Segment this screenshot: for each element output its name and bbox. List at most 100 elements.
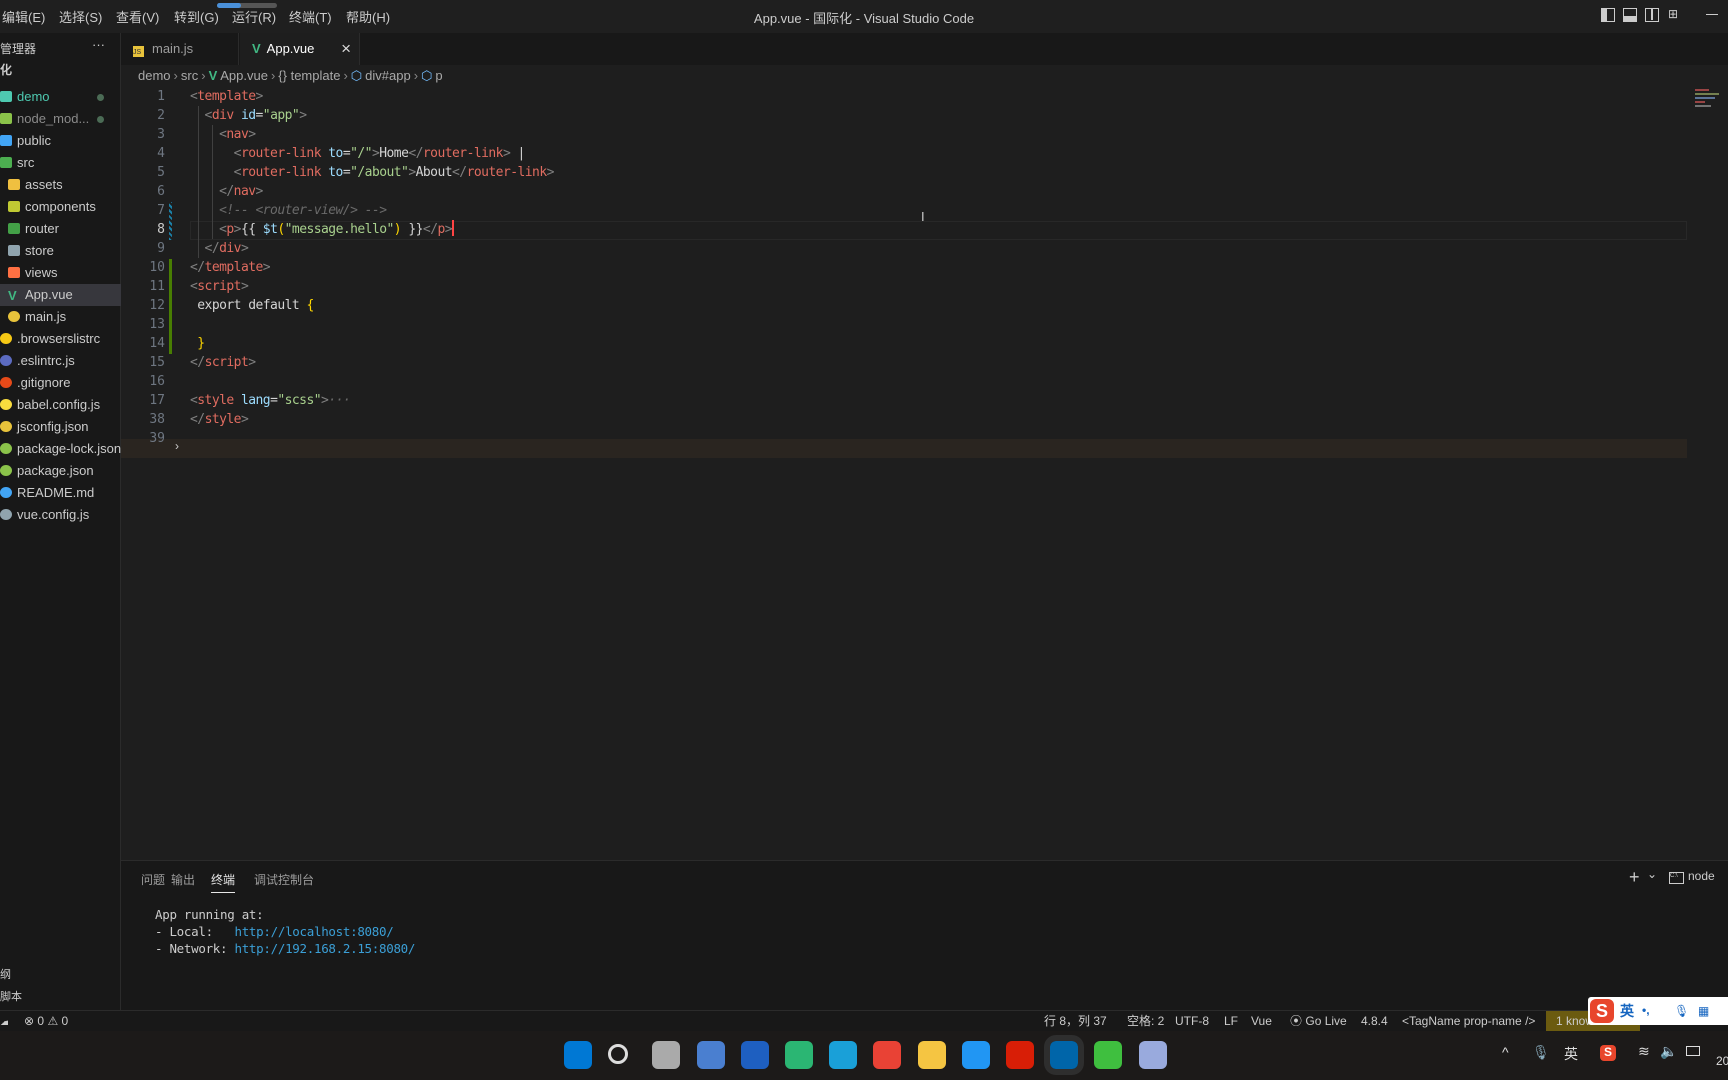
new-terminal-button[interactable]: + xyxy=(1629,867,1640,888)
file-tree-item[interactable]: node_mod... xyxy=(0,108,121,130)
code-line[interactable]: <style lang="scss">··· xyxy=(190,391,351,410)
breadcrumb-item[interactable]: App.vue xyxy=(220,68,268,83)
tray-chevron-icon[interactable]: ^ xyxy=(1502,1044,1509,1060)
code-line[interactable]: <template> xyxy=(190,87,263,106)
code-line[interactable]: </style> xyxy=(190,410,249,429)
ime-mic-icon[interactable]: 🎙 xyxy=(1674,997,1689,1025)
search-icon[interactable] xyxy=(608,1044,629,1064)
code-line[interactable]: <router-link to="/about">About</router-l… xyxy=(190,163,555,182)
more-actions-button[interactable]: ··· xyxy=(92,37,105,52)
terminal-link[interactable]: http://localhost:8080/ xyxy=(234,924,393,939)
terminal-shell-name[interactable]: node xyxy=(1688,869,1715,883)
file-tree-item[interactable]: vue.config.js xyxy=(0,504,121,526)
terminal-link[interactable]: http://192.168.2.15:8080/ xyxy=(234,941,415,956)
breadcrumb-item[interactable]: p xyxy=(435,68,442,83)
code-line[interactable]: } xyxy=(190,334,205,353)
menu-item[interactable]: 查看(V) xyxy=(116,7,159,26)
panel-tab[interactable]: 调试控制台 xyxy=(254,871,314,888)
file-tree-item[interactable]: package.json xyxy=(0,460,121,482)
file-tree-item[interactable]: V App.vue xyxy=(0,284,121,306)
toggle-panel-icon[interactable] xyxy=(1623,8,1637,22)
tray-input-language[interactable]: 英 xyxy=(1564,1044,1578,1064)
file-tree-item[interactable]: .gitignore xyxy=(0,372,121,394)
workspace-root[interactable]: 化 xyxy=(0,61,12,78)
code-line[interactable]: </template> xyxy=(190,258,271,277)
code-line[interactable]: <router-link to="/">Home</router-link> | xyxy=(190,144,526,163)
file-tree-item[interactable]: .eslintrc.js xyxy=(0,350,121,372)
app-icon[interactable] xyxy=(696,1041,725,1069)
file-tree-item[interactable]: babel.config.js xyxy=(0,394,121,416)
vscode-icon[interactable] xyxy=(1044,1035,1085,1075)
tab-app-vue[interactable]: V App.vue × xyxy=(240,33,360,65)
edge-icon[interactable] xyxy=(829,1041,858,1069)
volume-icon[interactable]: 🔈 xyxy=(1660,1043,1677,1060)
baidu-netdisk-icon[interactable] xyxy=(961,1041,990,1069)
file-tree-item[interactable]: .browserslistrc xyxy=(0,328,121,350)
panel-tab[interactable]: 终端 xyxy=(211,871,236,893)
npm-scripts-section[interactable]: 脚本 xyxy=(0,988,22,1004)
panel-tab[interactable]: 问题 xyxy=(141,871,165,888)
clock[interactable]: 20 xyxy=(1716,1054,1728,1068)
file-tree-item[interactable]: README.md xyxy=(0,482,121,504)
file-tree-item[interactable]: assets xyxy=(0,174,121,196)
code-line[interactable]: <div id="app"> xyxy=(190,106,307,125)
panel-tab[interactable]: 输出 xyxy=(171,871,195,888)
minimize-button[interactable] xyxy=(1706,14,1718,15)
encoding[interactable]: UTF-8 xyxy=(1175,1011,1209,1032)
ime-toolbar[interactable]: S 英 •, 🎙 ▦ xyxy=(1588,997,1728,1025)
fold-chevron-icon[interactable]: › xyxy=(175,439,179,453)
file-tree-item[interactable]: views xyxy=(0,262,121,284)
file-tree-item[interactable]: src xyxy=(0,152,121,174)
battery-icon[interactable] xyxy=(1686,1046,1700,1056)
file-tree-item[interactable]: components xyxy=(0,196,121,218)
breadcrumb-item[interactable]: {} template xyxy=(278,68,340,83)
menu-item[interactable]: 编辑(E) xyxy=(2,7,45,26)
file-tree-item[interactable]: router xyxy=(0,218,121,240)
cursor-position[interactable]: 行 8，列 37 xyxy=(1044,1011,1107,1032)
code-line[interactable]: </script> xyxy=(190,353,256,372)
tab-main-js[interactable]: JS main.js xyxy=(121,33,239,65)
file-tree-item[interactable]: package-lock.json xyxy=(0,438,121,460)
code-editor[interactable]: › 1 <template> 2 <div id="app"> 3 <nav> 4 <r… xyxy=(121,87,1728,860)
netease-music-icon[interactable] xyxy=(1006,1041,1034,1069)
file-tree-item[interactable]: store xyxy=(0,240,121,262)
eol[interactable]: LF xyxy=(1224,1011,1238,1032)
toggle-sidebar-icon[interactable] xyxy=(1601,8,1615,22)
wifi-icon[interactable]: ≋ xyxy=(1638,1043,1650,1060)
ime-punctuation[interactable]: •, xyxy=(1642,997,1650,1023)
remote-icon[interactable]: ☁ xyxy=(0,1011,8,1032)
code-line[interactable]: export default { xyxy=(190,296,314,315)
wechat-icon[interactable] xyxy=(1094,1041,1123,1069)
minimap[interactable] xyxy=(1689,87,1725,127)
menu-item[interactable]: 终端(T) xyxy=(289,7,332,26)
menu-item[interactable]: 帮助(H) xyxy=(346,7,390,26)
task-view-icon[interactable] xyxy=(652,1041,681,1069)
code-line[interactable]: <p>{{ $t("message.hello") }}</p> xyxy=(190,220,455,239)
breadcrumb-item[interactable]: div#app xyxy=(365,68,411,83)
close-icon[interactable]: × xyxy=(341,33,351,65)
language-mode[interactable]: Vue xyxy=(1251,1011,1272,1032)
go-live-button[interactable]: ⦿ Go Live xyxy=(1290,1011,1347,1032)
app-icon-2[interactable] xyxy=(1138,1041,1167,1069)
file-explorer-icon[interactable] xyxy=(917,1041,946,1069)
indentation[interactable]: 空格: 2 xyxy=(1127,1011,1164,1032)
breadcrumb-item[interactable]: src xyxy=(181,68,198,83)
windows-start-icon[interactable] xyxy=(564,1041,592,1069)
file-tree-item[interactable]: jsconfig.json xyxy=(0,416,121,438)
code-line[interactable]: <!-- <router-view/> --> xyxy=(190,201,387,220)
problems-indicator[interactable]: ⊗ 0 ⚠ 0 xyxy=(24,1011,68,1032)
menu-item[interactable]: 选择(S) xyxy=(59,7,102,26)
file-tree-item[interactable]: main.js xyxy=(0,306,121,328)
file-tree-item[interactable]: demo xyxy=(0,86,121,108)
lenovo-icon[interactable] xyxy=(740,1041,769,1069)
terminal-dropdown-icon[interactable]: ⌄ xyxy=(1647,867,1657,881)
version[interactable]: 4.8.4 xyxy=(1361,1011,1388,1032)
snippet-indicator[interactable]: <TagName prop-name /> xyxy=(1402,1011,1535,1032)
ime-keyboard-icon[interactable]: ▦ xyxy=(1698,997,1709,1025)
wechat-work-icon[interactable] xyxy=(785,1041,813,1069)
menu-item[interactable]: 运行(R) xyxy=(232,7,276,26)
ime-language[interactable]: 英 xyxy=(1620,997,1634,1025)
code-line[interactable]: </nav> xyxy=(190,182,263,201)
tray-sogou-icon[interactable]: S xyxy=(1600,1045,1616,1061)
tray-mic-icon[interactable]: 🎙 xyxy=(1532,1044,1550,1061)
